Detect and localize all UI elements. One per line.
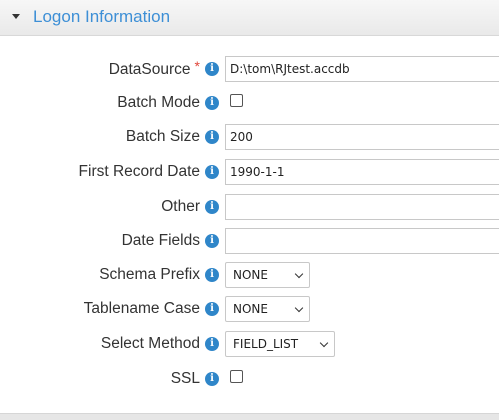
info-icon[interactable]: i <box>205 372 219 386</box>
caret-down-icon[interactable] <box>12 14 20 19</box>
first-record-date-row: First Record Date i 1990-1-1 <box>0 159 499 185</box>
chevron-down-icon <box>294 269 304 279</box>
batch-size-input[interactable]: 200 <box>225 124 499 150</box>
select-method-value: FIELD_LIST <box>233 337 299 351</box>
tablename-case-row: Tablename Case i NONE <box>0 296 499 322</box>
info-icon[interactable]: i <box>205 62 219 76</box>
info-icon[interactable]: i <box>205 268 219 282</box>
chevron-down-icon <box>319 338 329 348</box>
batch-mode-label: Batch Mode <box>117 94 200 111</box>
other-input[interactable] <box>225 194 499 220</box>
select-method-label: Select Method <box>100 335 200 352</box>
schema-prefix-value: NONE <box>233 268 268 282</box>
first-record-date-input[interactable]: 1990-1-1 <box>225 159 499 185</box>
batch-size-row: Batch Size i 200 <box>0 124 499 150</box>
tablename-case-value: NONE <box>233 302 268 316</box>
batch-size-label: Batch Size <box>125 128 200 145</box>
schema-prefix-row: Schema Prefix i NONE <box>0 262 499 288</box>
section-header[interactable]: Logon Information <box>0 0 499 36</box>
select-method-select[interactable]: FIELD_LIST <box>225 331 335 357</box>
info-icon[interactable]: i <box>205 337 219 351</box>
schema-prefix-label: Schema Prefix <box>99 266 200 283</box>
date-fields-label: Date Fields <box>121 232 200 249</box>
batch-mode-checkbox[interactable] <box>230 94 243 107</box>
info-icon[interactable]: i <box>205 96 219 110</box>
logon-information-panel: Logon Information DataSource * i D:\tom\R… <box>0 0 499 420</box>
info-icon[interactable]: i <box>205 302 219 316</box>
first-record-date-label: First Record Date <box>78 163 200 180</box>
schema-prefix-select[interactable]: NONE <box>225 262 310 288</box>
required-marker: * <box>194 58 200 74</box>
ssl-label: SSL <box>170 370 200 387</box>
section-title: Logon Information <box>33 7 171 26</box>
ssl-checkbox[interactable] <box>230 370 243 383</box>
chevron-down-icon <box>294 303 304 313</box>
batch-mode-row: Batch Mode i <box>0 90 499 116</box>
datasource-label: DataSource * <box>108 58 200 78</box>
select-method-row: Select Method i FIELD_LIST <box>0 331 499 357</box>
info-icon[interactable]: i <box>205 130 219 144</box>
info-icon[interactable]: i <box>205 234 219 248</box>
ssl-row: SSL i <box>0 366 499 392</box>
other-row: Other i <box>0 194 499 220</box>
datasource-input[interactable]: D:\tom\RJtest.accdb <box>225 56 499 82</box>
tablename-case-select[interactable]: NONE <box>225 296 310 322</box>
info-icon[interactable]: i <box>205 200 219 214</box>
datasource-row: DataSource * i D:\tom\RJtest.accdb <box>0 56 499 82</box>
other-label: Other <box>161 198 200 215</box>
info-icon[interactable]: i <box>205 165 219 179</box>
panel-bottom-border <box>0 413 499 420</box>
date-fields-row: Date Fields i <box>0 228 499 254</box>
date-fields-input[interactable] <box>225 228 499 254</box>
tablename-case-label: Tablename Case <box>83 300 200 317</box>
